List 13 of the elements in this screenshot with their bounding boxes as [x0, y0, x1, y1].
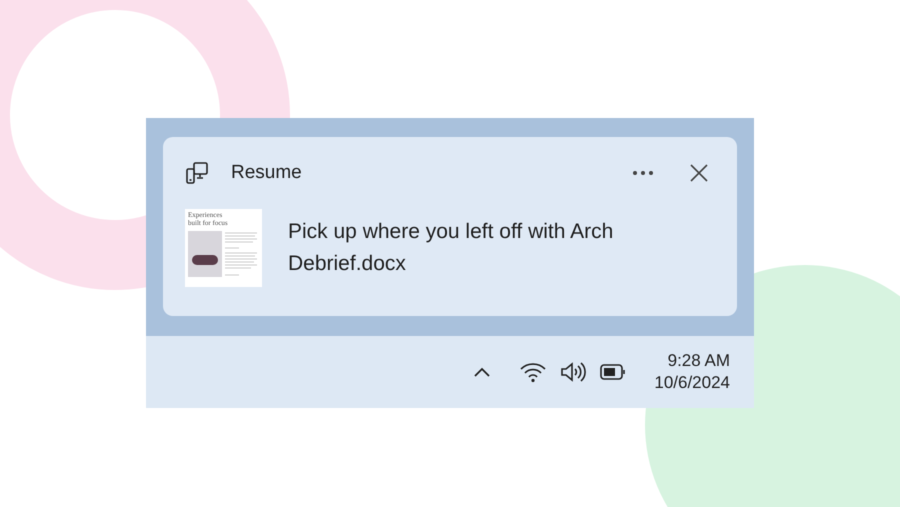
notification-message: Pick up where you left off with Arch Debrief.docx	[288, 219, 614, 277]
wifi-icon[interactable]	[520, 361, 546, 383]
clock-time[interactable]: 9:28 AM	[668, 350, 730, 372]
clock-date[interactable]: 10/6/2024	[654, 372, 730, 394]
more-icon	[632, 170, 654, 176]
speaker-icon[interactable]	[560, 361, 586, 383]
battery-icon[interactable]	[600, 364, 626, 380]
chevron-up-icon	[474, 367, 490, 377]
text-lines-drawing	[225, 231, 259, 277]
app-name: Resume	[231, 160, 302, 185]
devices-icon	[185, 161, 209, 185]
photo-placeholder	[188, 231, 222, 277]
close-icon	[690, 164, 708, 182]
